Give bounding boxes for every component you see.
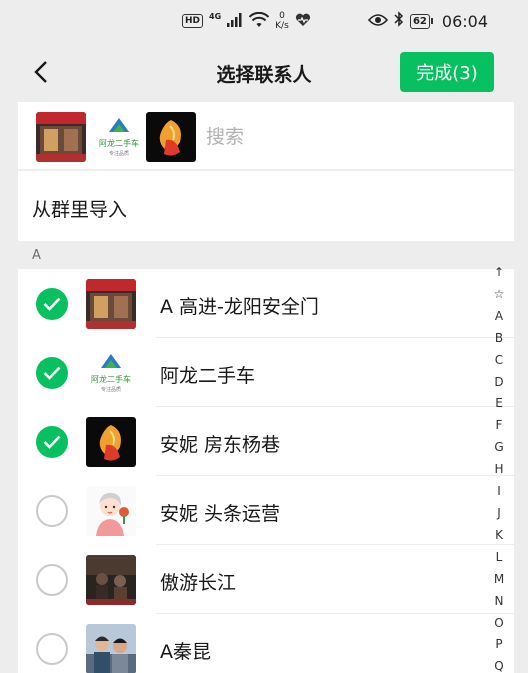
alphabet-index[interactable]: ↑ ☆ A B C D E F G H I J K L M N O P Q <box>488 262 510 673</box>
selected-avatar-flower[interactable] <box>146 112 196 162</box>
index-letter[interactable]: I <box>497 481 501 503</box>
bluetooth-icon <box>394 11 404 31</box>
checked-icon[interactable] <box>36 426 68 458</box>
unchecked-icon[interactable] <box>36 495 68 527</box>
index-letter[interactable]: O <box>494 613 503 635</box>
contact-row[interactable]: 安妮 房东杨巷 <box>18 407 514 476</box>
status-indicators: HD 4G 0 K/s <box>182 10 311 32</box>
hd-badge: HD <box>182 14 204 28</box>
checked-icon[interactable] <box>36 288 68 320</box>
index-letter[interactable]: G <box>494 437 503 459</box>
index-letter[interactable]: Q <box>494 656 503 673</box>
cartoon-girl-avatar <box>86 486 136 536</box>
contact-row[interactable]: 阿龙二手车专注品质 阿龙二手车 <box>18 338 514 407</box>
contact-name: 安妮 房东杨巷 <box>160 434 281 456</box>
svg-text:阿龙二手车: 阿龙二手车 <box>91 374 131 384</box>
nav-bar: 选择联系人 完成(3) <box>0 42 528 102</box>
index-letter[interactable]: E <box>495 393 503 415</box>
index-letter[interactable]: C <box>495 350 503 372</box>
index-top-arrow[interactable]: ↑ <box>494 262 504 284</box>
network-type: 4G <box>209 11 222 21</box>
index-letter[interactable]: N <box>495 591 504 613</box>
index-star[interactable]: ☆ <box>494 284 505 306</box>
index-letter[interactable]: F <box>496 415 503 437</box>
index-letter[interactable]: J <box>497 503 501 525</box>
eye-icon <box>367 12 389 31</box>
contact-row[interactable]: 安妮 头条运营 <box>18 476 514 545</box>
svg-text:专注品质: 专注品质 <box>101 386 121 393</box>
flower-avatar <box>86 417 136 467</box>
contact-name: 傲游长江 <box>160 572 237 594</box>
network-speed: 0 K/s <box>275 11 289 31</box>
search-input[interactable] <box>206 120 496 154</box>
unchecked-icon[interactable] <box>36 633 68 665</box>
clock: 06:04 <box>441 11 488 31</box>
contact-name: A 高进-龙阳安全门 <box>160 296 319 318</box>
contact-name: 阿龙二手车 <box>160 365 256 387</box>
contact-list: A 高进-龙阳安全门 阿龙二手车专注品质 阿龙二手车 安妮 房东杨巷 安妮 头条… <box>18 269 514 673</box>
health-heart-icon <box>295 13 311 30</box>
shop-avatar <box>86 279 136 329</box>
contact-row[interactable]: 傲游长江 <box>18 545 514 614</box>
people-avatar <box>86 624 136 673</box>
section-header-a: A <box>18 241 514 269</box>
signal-icon <box>227 12 243 30</box>
index-letter[interactable]: K <box>495 525 503 547</box>
svg-text:专注品质: 专注品质 <box>109 150 129 157</box>
status-bar: HD 4G 0 K/s 62 06:04 <box>0 0 528 42</box>
checked-icon[interactable] <box>36 357 68 389</box>
contact-row[interactable]: A 高进-龙阳安全门 <box>18 269 514 338</box>
contact-row[interactable]: A秦昆 <box>18 614 514 673</box>
index-letter[interactable]: M <box>494 569 504 591</box>
index-letter[interactable]: L <box>496 547 503 569</box>
svg-text:阿龙二手车: 阿龙二手车 <box>99 138 139 148</box>
unchecked-icon[interactable] <box>36 564 68 596</box>
index-letter[interactable]: D <box>494 372 503 394</box>
photo-avatar <box>86 555 136 605</box>
import-from-group-label: 从群里导入 <box>32 199 128 221</box>
search-area: 阿龙二手车 专注品质 <box>18 102 514 170</box>
car-logo-avatar: 阿龙二手车 专注品质 <box>86 348 136 398</box>
selected-avatar-car-logo[interactable]: 阿龙二手车 专注品质 <box>94 112 144 162</box>
contact-name: 安妮 头条运营 <box>160 503 281 525</box>
status-system: 62 06:04 <box>367 10 488 32</box>
index-letter[interactable]: B <box>495 328 503 350</box>
selected-avatar-shop[interactable] <box>36 112 86 162</box>
battery-indicator: 62 <box>409 13 433 29</box>
done-button[interactable]: 完成(3) <box>400 52 494 92</box>
index-letter[interactable]: H <box>494 459 503 481</box>
index-letter[interactable]: A <box>495 306 503 328</box>
wifi-icon <box>248 11 270 31</box>
contact-name: A秦昆 <box>160 641 211 663</box>
section-letter: A <box>32 248 41 263</box>
import-from-group-row[interactable]: 从群里导入 <box>18 171 514 241</box>
index-letter[interactable]: P <box>495 634 502 656</box>
